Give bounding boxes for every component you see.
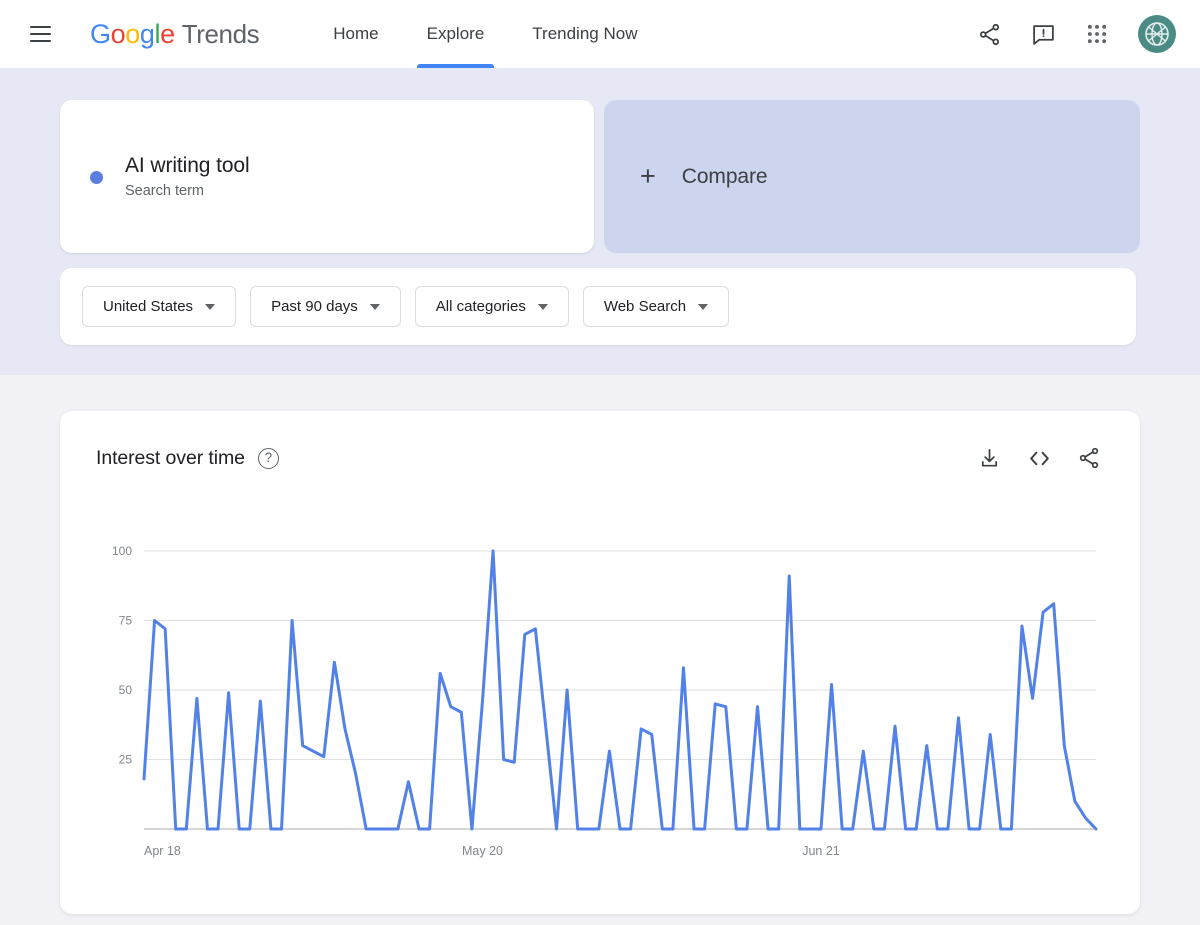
y-axis-tick-label: 75 [119, 614, 133, 628]
logo-letter-g: g [140, 19, 155, 50]
header-actions [966, 11, 1176, 57]
results-section: Interest over time ? [0, 375, 1200, 925]
logo-product-name: Trends [182, 19, 260, 50]
trend-line-chart[interactable]: 25 50 75 100 Apr 18 May 20 Jun 21 [96, 541, 1104, 871]
filter-bar: United States Past 90 days All categorie… [60, 268, 1136, 345]
query-container: AI writing tool Search term + Compare Un… [60, 100, 1140, 345]
account-avatar[interactable] [1138, 15, 1176, 53]
x-axis-tick-label: Apr 18 [144, 844, 181, 858]
hamburger-bar [30, 40, 51, 42]
series-color-dot [90, 171, 103, 184]
chart-actions [974, 443, 1104, 473]
download-csv-icon[interactable] [974, 443, 1004, 473]
y-axis-tick-label: 25 [119, 753, 133, 767]
chevron-down-icon [538, 304, 548, 310]
interest-over-time-chart[interactable]: 25 50 75 100 Apr 18 May 20 Jun 21 [96, 541, 1104, 871]
search-type-filter[interactable]: Web Search [583, 286, 729, 327]
app-header: Google Trends Home Explore Trending Now [0, 0, 1200, 68]
query-section: AI writing tool Search term + Compare Un… [0, 68, 1200, 375]
share-chart-icon[interactable] [1074, 443, 1104, 473]
search-term-type: Search term [125, 183, 250, 199]
logo-letter-G: G [90, 19, 111, 50]
chevron-down-icon [698, 304, 708, 310]
plus-icon: + [640, 163, 656, 190]
nav-label: Explore [427, 24, 485, 44]
nav-item-trending-now[interactable]: Trending Now [522, 0, 647, 68]
apps-grid-icon[interactable] [1074, 11, 1120, 57]
region-filter-value: United States [103, 298, 193, 315]
search-type-filter-value: Web Search [604, 298, 686, 315]
logo-letter-o1: o [111, 19, 126, 50]
x-axis-tick-label: Jun 21 [802, 844, 840, 858]
hamburger-bar [30, 26, 51, 28]
y-axis-tick-label: 100 [112, 544, 132, 558]
chart-header: Interest over time ? [96, 443, 1104, 473]
nav-item-explore[interactable]: Explore [417, 0, 495, 68]
main-nav: Home Explore Trending Now [323, 0, 675, 68]
hamburger-bar [30, 33, 51, 35]
feedback-icon[interactable] [1020, 11, 1066, 57]
chart-title: Interest over time [96, 447, 245, 470]
y-axis-tick-label: 50 [119, 683, 133, 697]
region-filter[interactable]: United States [82, 286, 236, 327]
embed-code-icon[interactable] [1024, 443, 1054, 473]
chevron-down-icon [370, 304, 380, 310]
terms-row: AI writing tool Search term + Compare [60, 100, 1140, 253]
nav-label: Trending Now [532, 24, 637, 44]
category-filter[interactable]: All categories [415, 286, 569, 327]
google-trends-logo[interactable]: Google Trends [90, 19, 259, 50]
help-icon[interactable]: ? [258, 448, 279, 469]
interest-over-time-card: Interest over time ? [60, 411, 1140, 914]
compare-button[interactable]: + Compare [604, 100, 1140, 253]
search-term-value: AI writing tool [125, 154, 250, 178]
search-term-text: AI writing tool Search term [125, 154, 250, 199]
logo-letter-e: e [160, 19, 175, 50]
chevron-down-icon [205, 304, 215, 310]
hamburger-menu-icon[interactable] [20, 14, 60, 54]
compare-label: Compare [682, 165, 768, 189]
time-filter-value: Past 90 days [271, 298, 358, 315]
share-icon[interactable] [966, 11, 1012, 57]
nav-item-home[interactable]: Home [323, 0, 388, 68]
nav-label: Home [333, 24, 378, 44]
category-filter-value: All categories [436, 298, 526, 315]
search-term-card[interactable]: AI writing tool Search term [60, 100, 594, 253]
logo-letter-o2: o [125, 19, 140, 50]
time-filter[interactable]: Past 90 days [250, 286, 401, 327]
x-axis-tick-label: May 20 [462, 844, 503, 858]
